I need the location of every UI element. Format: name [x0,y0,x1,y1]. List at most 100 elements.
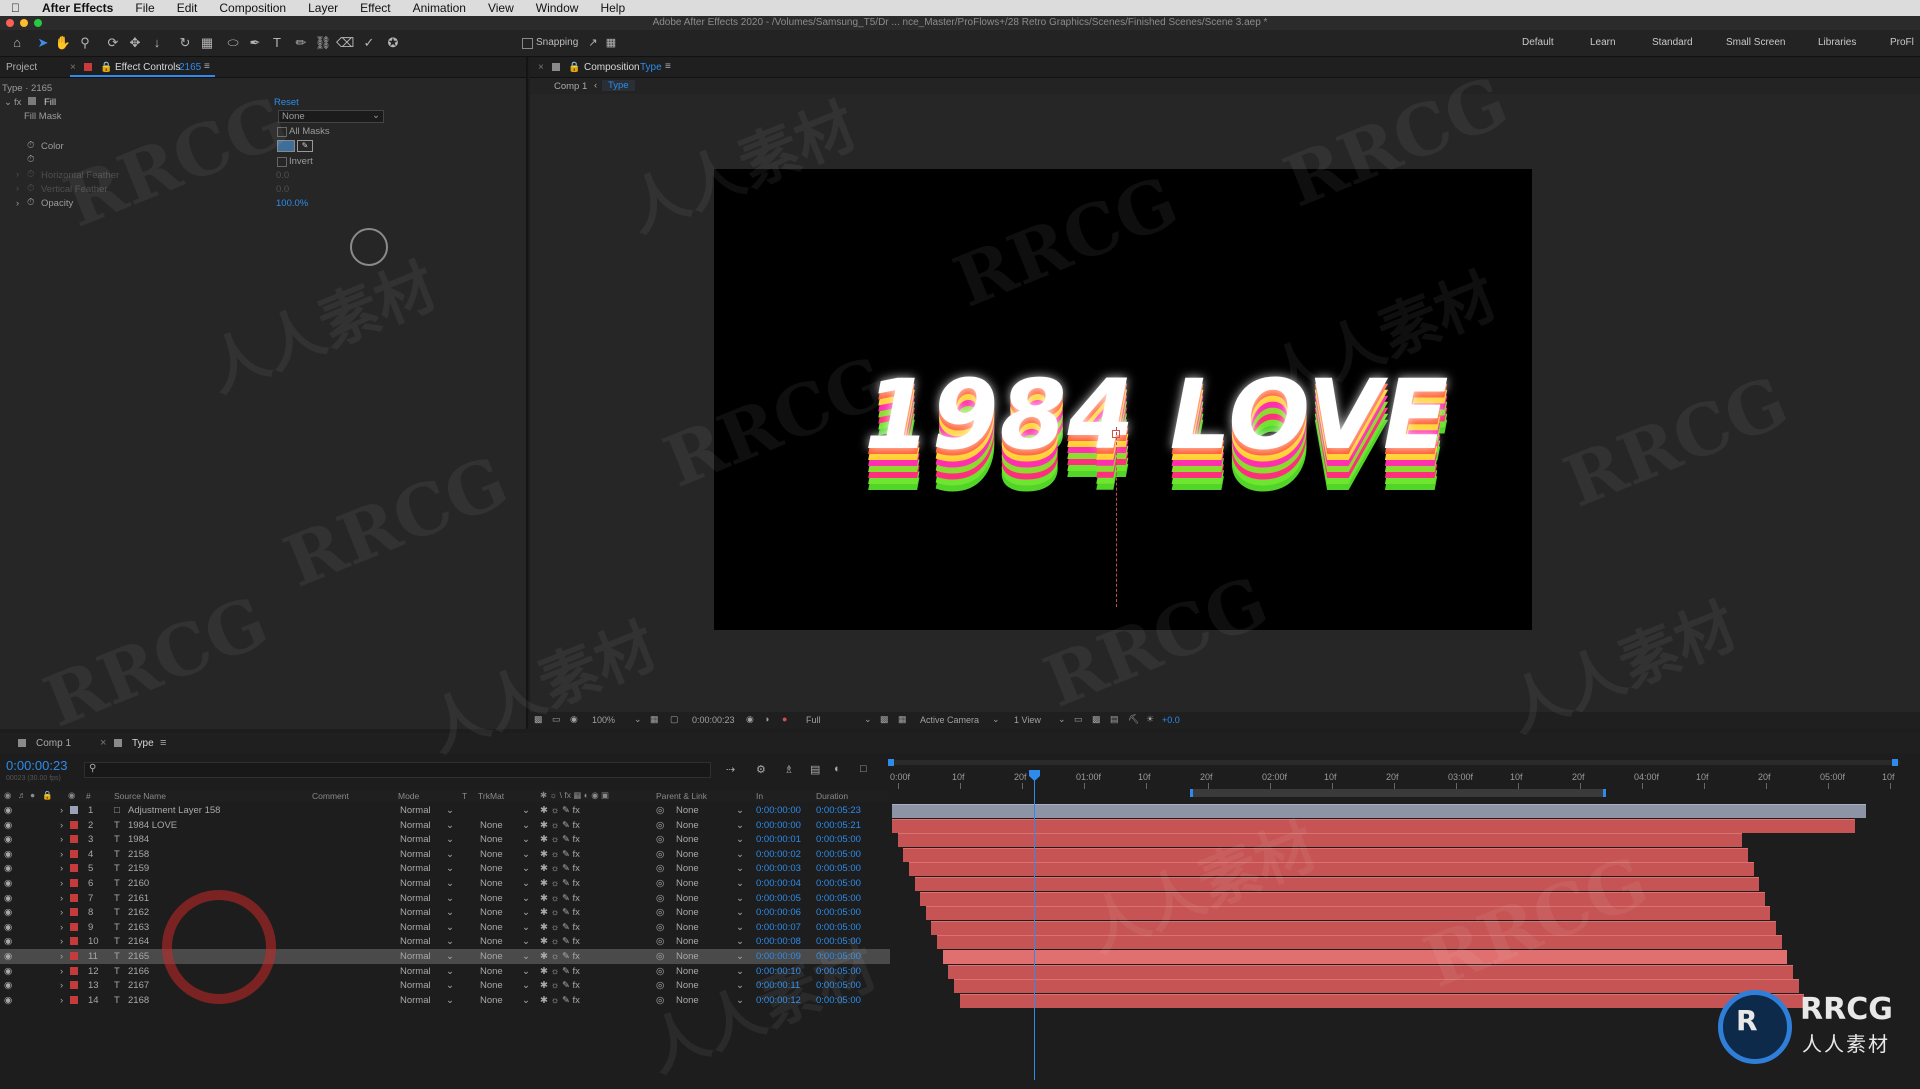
chevron-down-icon[interactable]: ⌄ [522,834,530,845]
eye-icon[interactable]: ◉ [4,863,12,874]
layer-parent-dropdown[interactable]: None [676,936,699,947]
brush-tool-icon[interactable]: ✏ [292,34,310,52]
tab-project[interactable]: Project [6,62,37,73]
parent-pickwhip-icon[interactable]: ◎ [656,805,664,816]
zoom-window-icon[interactable] [34,19,42,27]
parent-pickwhip-icon[interactable]: ◎ [656,834,664,845]
anchor-point-icon[interactable] [1112,430,1120,438]
layer-duration[interactable]: 0:00:05:21 [816,820,861,831]
flowchart-icon[interactable]: ⛏ [1128,714,1139,725]
layer-name[interactable]: 2158 [128,849,149,860]
menu-edit[interactable]: Edit [166,1,209,15]
tab-type[interactable]: Type [132,738,154,749]
layer-mode-dropdown[interactable]: Normal [400,980,431,991]
close-window-icon[interactable] [6,19,14,27]
layer-in-point[interactable]: 0:00:00:05 [756,893,801,904]
chevron-down-icon[interactable]: ⌄ [522,820,530,831]
layer-row[interactable]: ◉ › 2 T 1984 LOVE Normal ⌄ None ⌄ ✱ ☼ ✎ fx ◎ None ⌄ 0… [0,818,890,833]
layer-switches-icon[interactable]: ✱ ☼ ✎ fx [540,820,580,831]
stopwatch-icon[interactable]: ⏱ [27,154,34,165]
layer-mode-dropdown[interactable]: Normal [400,878,431,889]
eye-icon[interactable]: ◉ [4,893,12,904]
pan-behind-anchor-icon[interactable]: ▦ [198,34,216,52]
menu-composition[interactable]: Composition [208,1,297,15]
layer-mode-dropdown[interactable]: Normal [400,936,431,947]
layer-parent-dropdown[interactable]: None [676,863,699,874]
type-tool-icon[interactable]: T [268,34,286,52]
draft-3d-icon[interactable]: ⚙ [756,763,766,776]
chevron-down-icon[interactable]: ⌄ [522,805,530,816]
menu-app[interactable]: After Effects [31,1,124,15]
layer-switches-icon[interactable]: ✱ ☼ ✎ fx [540,893,580,904]
expand-arrow-icon[interactable]: › [60,849,63,860]
layer-parent-dropdown[interactable]: None [676,907,699,918]
layer-parent-dropdown[interactable]: None [676,878,699,889]
clone-stamp-icon[interactable]: ⛓ [314,34,332,52]
expand-arrow-icon[interactable]: › [60,834,63,845]
parent-pickwhip-icon[interactable]: ◎ [656,951,664,962]
workspace-default[interactable]: Default [1522,37,1554,48]
camera-dropdown[interactable]: Active Camera [920,715,979,725]
layer-in-point[interactable]: 0:00:00:07 [756,922,801,933]
layer-in-point[interactable]: 0:00:00:02 [756,849,801,860]
layer-name[interactable]: 1984 LOVE [128,820,177,831]
time-navigator[interactable] [888,759,1900,766]
motion-blur-icon[interactable]: ◐ [834,763,841,775]
layer-switches-icon[interactable]: ✱ ☼ ✎ fx [540,805,580,816]
layer-duration-bar[interactable] [937,935,1782,950]
label-color-swatch[interactable] [70,820,78,829]
lock-column-icon[interactable]: 🔒 [42,790,53,801]
layer-name[interactable]: Adjustment Layer 158 [128,805,220,816]
layer-mode-dropdown[interactable]: Normal [400,805,431,816]
layer-name[interactable]: 2160 [128,878,149,889]
eye-icon[interactable]: ◉ [4,922,12,933]
label-color-swatch[interactable] [70,981,78,990]
layer-duration-bar[interactable] [931,920,1777,935]
label-color-swatch[interactable] [70,995,78,1004]
layer-name[interactable]: 2167 [128,980,149,991]
grid-icon[interactable]: ▦ [650,714,659,725]
layer-mode-dropdown[interactable]: Normal [400,893,431,904]
layer-duration[interactable]: 0:00:05:00 [816,834,861,845]
layer-name[interactable]: 2164 [128,936,149,947]
layer-row[interactable]: ◉ › 5 T 2159 Normal ⌄ None ⌄ ✱ ☼ ✎ fx ◎ None ⌄ 0:00:0… [0,861,890,876]
chevron-down-icon[interactable]: ⌄ [736,849,744,860]
ellipse-tool-icon[interactable]: ⬭ [224,34,242,52]
parent-pickwhip-icon[interactable]: ◎ [656,878,664,889]
expand-arrow-icon[interactable]: › [16,183,19,194]
tab-effect-controls[interactable]: Effect Controls [115,62,180,73]
chevron-down-icon[interactable]: ⌄ [736,893,744,904]
workspace-standard[interactable]: Standard [1652,37,1693,48]
layer-duration-bar[interactable] [953,979,1799,994]
panel-menu-icon[interactable]: ≡ [665,61,671,72]
layer-trkmat-dropdown[interactable]: None [480,849,503,860]
layer-name[interactable]: 2165 [128,951,149,962]
chevron-down-icon[interactable]: ⌄ [446,995,454,1006]
label-color-swatch[interactable] [70,879,78,887]
layer-name[interactable]: 2163 [128,922,149,933]
chevron-down-icon[interactable]: ⌄ [446,936,454,947]
label-color-swatch[interactable] [70,893,78,902]
chevron-down-icon[interactable]: ⌄ [522,922,530,933]
layer-in-point[interactable]: 0:00:00:00 [756,805,801,816]
col-source-name[interactable]: Source Name [114,791,166,801]
eye-column-icon[interactable]: ◉ [4,790,11,801]
chevron-down-icon[interactable]: ⌄ [522,966,530,977]
layer-row[interactable]: ◉ › 7 T 2161 Normal ⌄ None ⌄ ✱ ☼ ✎ fx ◎ None ⌄ 0:00:0… [0,891,890,906]
layer-switches-icon[interactable]: ✱ ☼ ✎ fx [540,966,580,977]
chevron-down-icon[interactable]: ⌄ [446,863,454,874]
menu-file[interactable]: File [124,1,165,15]
expand-arrow-icon[interactable]: › [60,951,63,962]
chevron-down-icon[interactable]: ⌄ [522,907,530,918]
layer-name[interactable]: 2162 [128,907,149,918]
chevron-down-icon[interactable]: ⌄ [446,893,454,904]
stopwatch-icon[interactable]: ⏱ [27,140,34,151]
label-color-swatch[interactable] [70,966,78,975]
home-icon[interactable]: ⌂ [8,34,26,52]
chevron-down-icon[interactable]: ⌄ [736,907,744,918]
label-color-swatch[interactable] [70,952,78,960]
close-tab-icon[interactable]: × [70,62,76,73]
menu-window[interactable]: Window [525,1,590,15]
layer-in-point[interactable]: 0:00:00:03 [756,863,801,874]
chevron-down-icon[interactable]: ⌄ [446,966,454,977]
